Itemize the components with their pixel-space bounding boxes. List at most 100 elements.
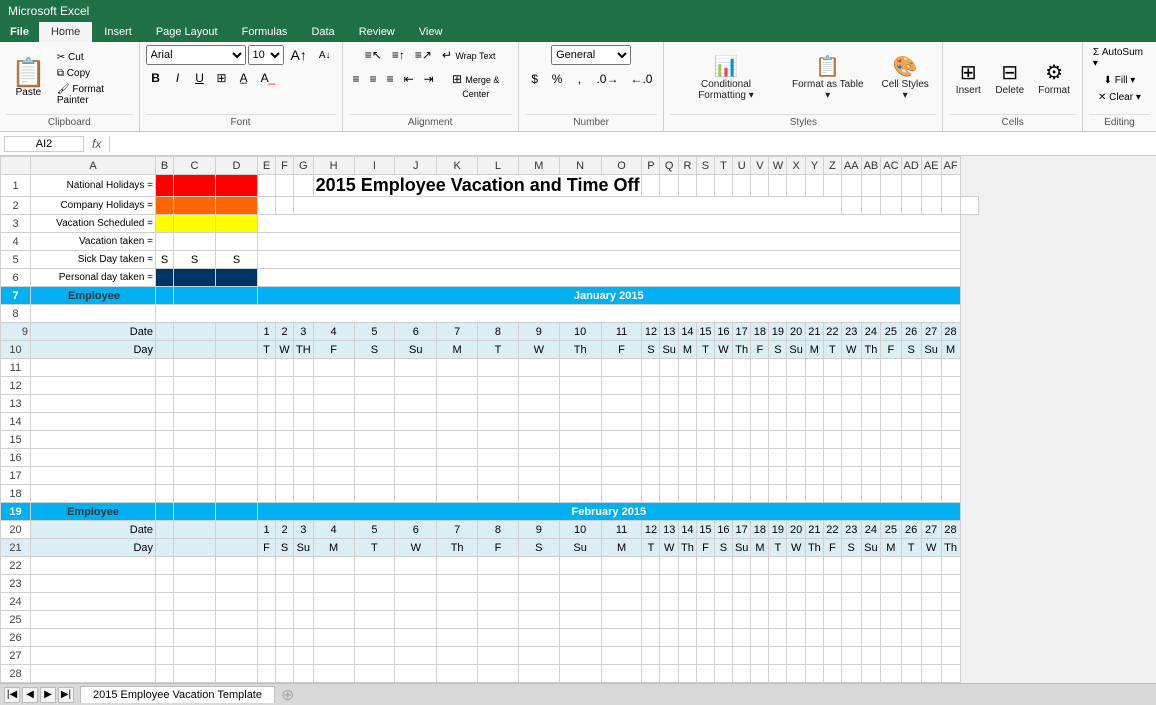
- indent-decrease[interactable]: ⇤: [400, 69, 418, 103]
- format-button[interactable]: ⚙ Format: [1032, 59, 1076, 99]
- cell-e2[interactable]: [258, 197, 276, 215]
- percent-button[interactable]: %: [547, 70, 568, 88]
- cell-ab10[interactable]: Th: [861, 341, 881, 359]
- col-d[interactable]: D: [216, 157, 258, 175]
- cell-k10[interactable]: M: [437, 341, 478, 359]
- cell-f10[interactable]: W: [276, 341, 294, 359]
- sheet-prev-button[interactable]: ◀: [22, 687, 38, 703]
- cell-v10[interactable]: F: [751, 341, 769, 359]
- col-n[interactable]: N: [559, 157, 601, 175]
- cell-y1[interactable]: [805, 175, 823, 197]
- cell-a6[interactable]: Personal day taken =: [31, 269, 156, 287]
- cell-d6[interactable]: [216, 269, 258, 287]
- cell-ab1[interactable]: [861, 175, 881, 197]
- cell-c1[interactable]: [174, 175, 216, 197]
- cell-j10[interactable]: Su: [395, 341, 437, 359]
- cell-d5[interactable]: S: [216, 251, 258, 269]
- cell-cd7[interactable]: [174, 287, 258, 305]
- comma-button[interactable]: ,: [569, 70, 589, 88]
- cell-p9[interactable]: 12: [642, 323, 660, 341]
- cell-a3[interactable]: Vacation Scheduled =: [31, 215, 156, 233]
- cell-a10-day[interactable]: Day: [31, 341, 156, 359]
- cell-ae9[interactable]: 27: [921, 323, 941, 341]
- cell-g1[interactable]: [294, 175, 314, 197]
- col-t[interactable]: T: [714, 157, 732, 175]
- cell-h9[interactable]: 4: [313, 323, 354, 341]
- cell-s9[interactable]: 15: [696, 323, 714, 341]
- spreadsheet-container[interactable]: A B C D E F G H I J K L M N O P Q R S T: [0, 156, 1156, 683]
- wrap-text-button[interactable]: ↵ Wrap Text: [438, 45, 500, 65]
- cell-reference-input[interactable]: [4, 136, 84, 152]
- cell-i9[interactable]: 5: [354, 323, 395, 341]
- align-right[interactable]: ≡: [383, 69, 398, 103]
- border-button[interactable]: ⊞: [212, 69, 232, 87]
- cell-f2[interactable]: [276, 197, 294, 215]
- format-painter-button[interactable]: 🖌 Format Painter: [53, 82, 133, 108]
- cell-b5[interactable]: S: [156, 251, 174, 269]
- clear-button[interactable]: ✕ Clear ▾: [1094, 90, 1145, 105]
- sheet-first-button[interactable]: |◀: [4, 687, 20, 703]
- cell-f1[interactable]: [276, 175, 294, 197]
- cell-d3[interactable]: [216, 215, 258, 233]
- cell-q9[interactable]: 13: [660, 323, 678, 341]
- cell-ae1[interactable]: [921, 175, 941, 197]
- col-ab[interactable]: AB: [861, 157, 881, 175]
- cell-b3[interactable]: [156, 215, 174, 233]
- row-4-num[interactable]: 4: [1, 233, 31, 251]
- cell-u9[interactable]: 17: [732, 323, 750, 341]
- cell-o10[interactable]: F: [601, 341, 642, 359]
- cell-s10[interactable]: T: [696, 341, 714, 359]
- cell-a21-day[interactable]: Day: [31, 539, 156, 557]
- font-name-select[interactable]: Arial: [146, 45, 246, 65]
- col-y[interactable]: Y: [805, 157, 823, 175]
- cell-g10[interactable]: TH: [294, 341, 314, 359]
- cell-e9[interactable]: 1: [258, 323, 276, 341]
- tab-pagelayout[interactable]: Page Layout: [144, 22, 230, 42]
- col-l[interactable]: L: [478, 157, 519, 175]
- cell-p1[interactable]: [642, 175, 660, 197]
- row-8-num[interactable]: 8: [1, 305, 31, 323]
- italic-button[interactable]: I: [168, 69, 188, 87]
- cell-z2[interactable]: [841, 197, 861, 215]
- col-ac[interactable]: AC: [881, 157, 901, 175]
- number-format-select[interactable]: General: [551, 45, 631, 65]
- cell-c9[interactable]: [174, 323, 216, 341]
- cell-z10[interactable]: T: [823, 341, 841, 359]
- cell-l10[interactable]: T: [478, 341, 519, 359]
- decrease-decimal-button[interactable]: ←.0: [625, 70, 657, 88]
- underline-button[interactable]: U: [190, 69, 210, 87]
- cell-y9[interactable]: 21: [805, 323, 823, 341]
- col-k[interactable]: K: [437, 157, 478, 175]
- cell-e6[interactable]: [258, 269, 961, 287]
- decrease-font-button[interactable]: A↓: [314, 48, 336, 63]
- cell-e5[interactable]: [258, 251, 961, 269]
- cell-d4[interactable]: [216, 233, 258, 251]
- cell-o9[interactable]: 11: [601, 323, 642, 341]
- col-f[interactable]: F: [276, 157, 294, 175]
- cell-a8[interactable]: [31, 305, 156, 323]
- col-r[interactable]: R: [678, 157, 696, 175]
- cell-e3[interactable]: [258, 215, 961, 233]
- row-5-num[interactable]: 5: [1, 251, 31, 269]
- delete-button[interactable]: ⊟ Delete: [989, 59, 1030, 99]
- cell-c3[interactable]: [174, 215, 216, 233]
- indent-increase[interactable]: ⇥: [420, 69, 438, 103]
- cell-d9[interactable]: [216, 323, 258, 341]
- cell-q1[interactable]: [660, 175, 678, 197]
- cell-aa9[interactable]: 23: [841, 323, 861, 341]
- cell-a7-employee[interactable]: Employee: [31, 287, 156, 305]
- cell-y10[interactable]: M: [805, 341, 823, 359]
- tab-home[interactable]: Home: [39, 22, 92, 42]
- insert-button[interactable]: ⊞ Insert: [949, 59, 987, 99]
- cell-t1[interactable]: [714, 175, 732, 197]
- cell-d19[interactable]: [216, 503, 258, 521]
- col-q[interactable]: Q: [660, 157, 678, 175]
- row-9-num[interactable]: 9: [1, 323, 31, 341]
- sheet-last-button[interactable]: ▶|: [58, 687, 74, 703]
- cell-rest-8[interactable]: [156, 305, 961, 323]
- copy-button[interactable]: ⧉ Copy: [53, 66, 133, 81]
- cell-f9[interactable]: 2: [276, 323, 294, 341]
- cell-p10[interactable]: S: [642, 341, 660, 359]
- font-color-button[interactable]: A_: [256, 69, 281, 87]
- cell-c10[interactable]: [174, 341, 216, 359]
